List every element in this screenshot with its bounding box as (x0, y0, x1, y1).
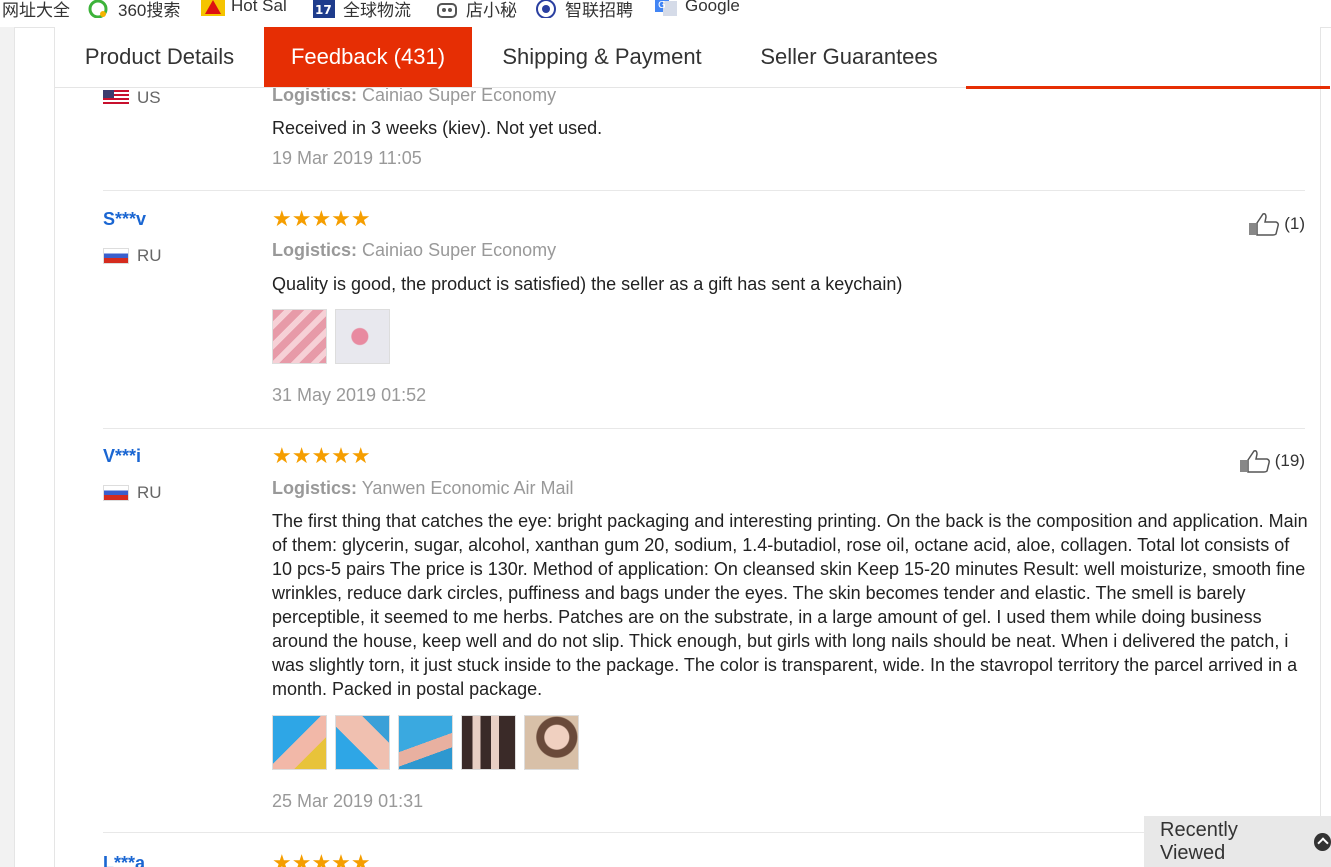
bookmark-label: 店小秘 (466, 1, 517, 18)
logistics-info: Logistics: Yanwen Economic Air Mail (272, 478, 573, 499)
logistics-value: Yanwen Economic Air Mail (361, 478, 574, 498)
review-photo-thumbnail[interactable] (398, 715, 453, 770)
reviewer-country: RU (103, 246, 162, 266)
bookmark-item[interactable]: 网址大全 (2, 0, 70, 18)
logistics-value: Cainiao Super Economy (362, 240, 557, 260)
helpful-button[interactable]: (19) (1239, 449, 1305, 473)
360-icon (88, 0, 110, 18)
recently-viewed-button[interactable]: Recently Viewed (1144, 816, 1331, 867)
review-photo-thumbnail[interactable] (272, 309, 327, 364)
thumbs-up-icon (1239, 450, 1270, 473)
tab-product-details[interactable]: Product Details (55, 27, 264, 87)
logistics-info: Logistics: Cainiao Super Economy (272, 88, 556, 106)
tab-seller-guarantees[interactable]: Seller Guarantees (732, 27, 966, 87)
divider (103, 190, 1305, 191)
svg-text:G: G (658, 0, 666, 11)
helpful-button[interactable]: (1) (1248, 212, 1305, 236)
logistics-info: Logistics: Cainiao Super Economy (272, 240, 556, 261)
review-date: 31 May 2019 01:52 (272, 385, 427, 405)
star-rating: ★★★★★ (272, 850, 371, 867)
star-rating: ★★★★★ (272, 206, 371, 231)
bookmark-item[interactable]: 店小秘 (436, 0, 517, 18)
product-tabs: Product Details Feedback (431) Shipping … (55, 27, 1320, 87)
logistics-value: Cainiao Super Economy (362, 88, 557, 105)
ru-flag-icon (103, 248, 129, 264)
hot-sale-icon (201, 0, 225, 16)
bookmark-item[interactable]: 智联招聘 (535, 0, 633, 18)
helpful-count: (1) (1284, 214, 1305, 233)
tab-shipping-payment[interactable]: Shipping & Payment (472, 27, 732, 87)
reviewer-name[interactable]: V***i (103, 446, 141, 467)
divider (103, 428, 1305, 429)
17track-icon: 17 (313, 0, 335, 18)
bookmark-label: 智联招聘 (565, 1, 633, 18)
logistics-label: Logistics: (272, 478, 358, 498)
bookmark-label: Google (685, 0, 740, 15)
logistics-label: Logistics: (272, 240, 358, 260)
thumbs-up-icon (1249, 213, 1280, 236)
review-photos (272, 309, 390, 364)
bookmark-item[interactable]: 17 全球物流 (313, 0, 411, 18)
bookmark-label: 360搜索 (118, 1, 181, 18)
helpful-count: (19) (1274, 451, 1305, 470)
review-date: 25 Mar 2019 01:31 (272, 791, 424, 811)
us-flag-icon (103, 90, 129, 106)
country-code: RU (137, 483, 162, 502)
bookmark-label: 全球物流 (343, 1, 411, 18)
review-photo-thumbnail[interactable] (335, 715, 390, 770)
recently-viewed-label: Recently Viewed (1160, 818, 1238, 864)
tab-feedback[interactable]: Feedback (431) (264, 27, 472, 87)
bookmark-label: Hot Sal (231, 0, 287, 15)
star-rating: ★★★★★ (272, 443, 371, 468)
bookmark-item[interactable]: 360搜索 (88, 0, 180, 18)
reviewer-country: US (103, 88, 161, 108)
reviewer-country: RU (103, 483, 162, 503)
left-gutter (0, 27, 15, 867)
bookmark-item[interactable]: Hot Sal (201, 0, 287, 16)
svg-text:17: 17 (315, 3, 332, 17)
zhilian-icon (535, 0, 557, 18)
review-photo-thumbnail[interactable] (524, 715, 579, 770)
review-text: The first thing that catches the eye: br… (272, 511, 1308, 699)
bookmarks-bar: 网址大全 360搜索 Hot Sal 17 全球物流 店小秘 智联招聘 G Go (0, 0, 1331, 18)
ru-flag-icon (103, 485, 129, 501)
review-text: Quality is good, the product is satisfie… (272, 274, 903, 294)
google-translate-icon: G (655, 0, 677, 16)
review-photo-thumbnail[interactable] (335, 309, 390, 364)
bookmark-label: 网址大全 (2, 1, 70, 18)
bookmark-item[interactable]: G Google (655, 0, 740, 16)
country-code: US (137, 88, 161, 107)
review-photos (272, 715, 579, 770)
divider (1320, 27, 1321, 867)
review-photo-thumbnail[interactable] (461, 715, 516, 770)
country-code: RU (137, 246, 162, 265)
review-text: Received in 3 weeks (kiev). Not yet used… (272, 118, 603, 138)
dianxiaomi-icon (436, 0, 458, 18)
reviewer-name[interactable]: L***a (103, 853, 145, 867)
review-photo-thumbnail[interactable] (272, 715, 327, 770)
feedback-list: US Logistics: Cainiao Super Economy Rece… (55, 88, 1320, 867)
divider (103, 832, 1305, 833)
logistics-label: Logistics: (272, 88, 358, 105)
reviewer-name[interactable]: S***v (103, 209, 146, 230)
review-date: 19 Mar 2019 11:05 (272, 148, 422, 168)
chevron-up-icon (1313, 832, 1331, 851)
